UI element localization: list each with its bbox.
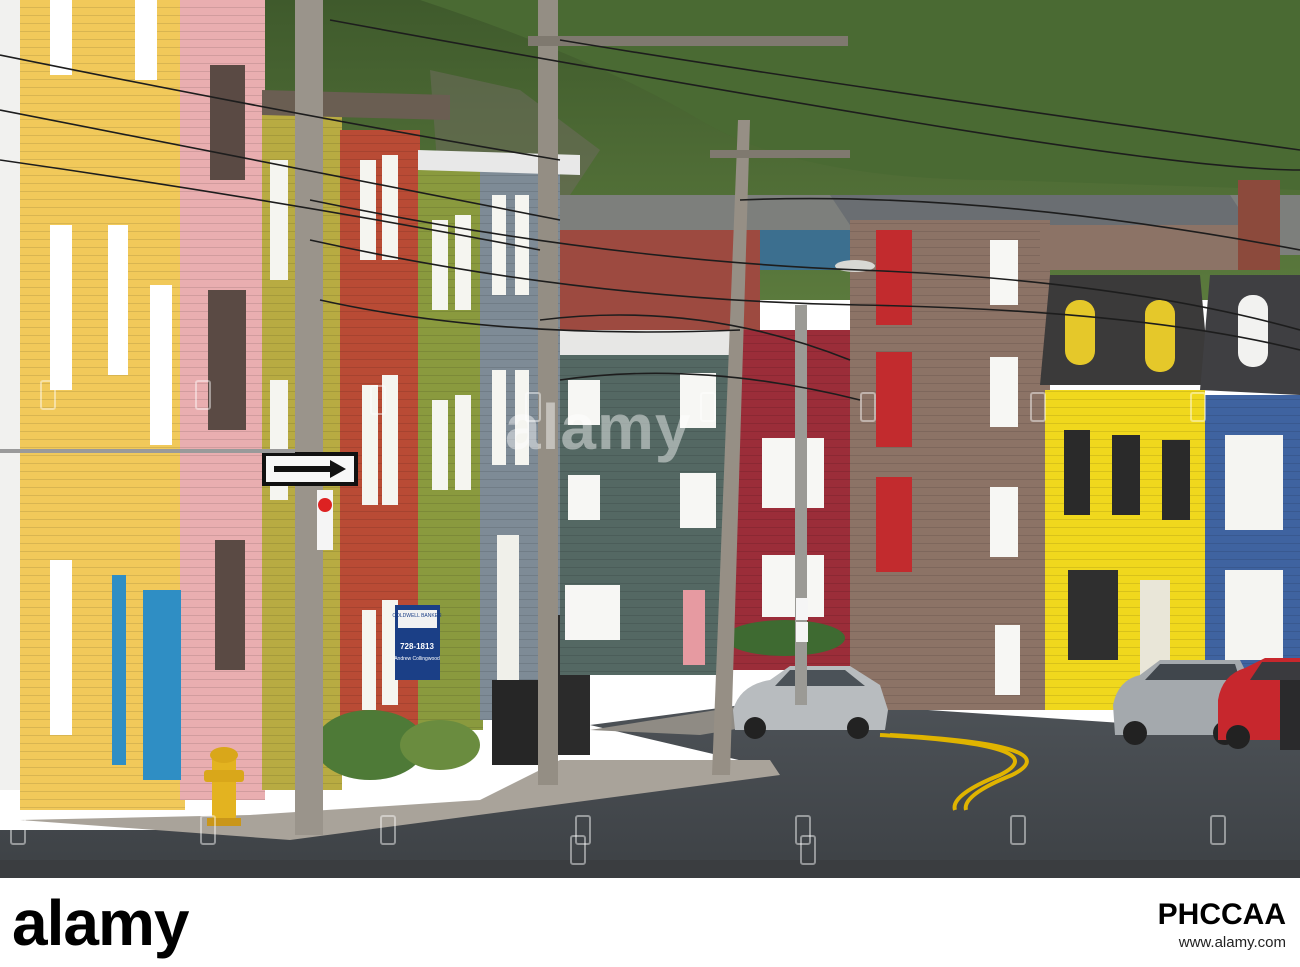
footer-logo[interactable]: alamy <box>12 878 189 967</box>
real-estate-sign: COLDWELL BANKER 728-1813 Andrew Collingw… <box>392 605 442 680</box>
image-id: PHCCAA <box>1157 898 1286 931</box>
footer-info: PHCCAA www.alamy.com <box>1158 898 1286 954</box>
site-url[interactable]: www.alamy.com <box>1158 932 1286 954</box>
real-estate-agent: Andrew Collingwood <box>394 656 440 662</box>
real-estate-brand: COLDWELL BANKER <box>392 613 442 619</box>
no-parking-signs <box>796 598 808 642</box>
do-not-enter-sign <box>317 490 333 550</box>
street-scene-photo: COLDWELL BANKER 728-1813 Andrew Collingw… <box>0 0 1300 878</box>
real-estate-phone: 728-1813 <box>400 642 434 651</box>
silver-sedan <box>733 666 888 739</box>
right-row-houses <box>830 180 1300 735</box>
footer-bar: alamy PHCCAA www.alamy.com <box>0 878 1300 967</box>
